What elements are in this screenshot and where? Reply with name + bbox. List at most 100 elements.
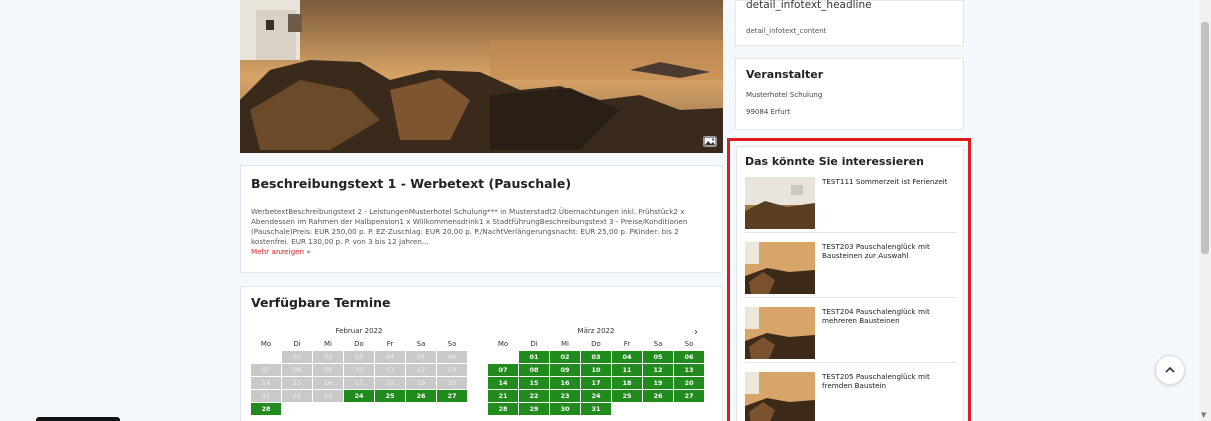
- weekday-label: So: [684, 340, 694, 348]
- month-title: März 2022: [577, 327, 615, 335]
- weekday-label: Di: [530, 340, 538, 348]
- show-more-link[interactable]: Mehr anzeigen »: [251, 247, 712, 256]
- vertical-scrollbar[interactable]: ▼: [1199, 0, 1211, 421]
- calendar-day-available[interactable]: 12: [643, 364, 673, 376]
- calendar-day-unavailable: 21: [251, 390, 281, 402]
- calendar-day-available[interactable]: 14: [488, 377, 518, 389]
- weekday-label: Do: [354, 340, 364, 348]
- calendar-day-available[interactable]: 09: [550, 364, 580, 376]
- weekday-label: Mo: [260, 340, 272, 348]
- scrollbar-thumb[interactable]: [1201, 22, 1209, 254]
- calendar-day-available[interactable]: 16: [550, 377, 580, 389]
- calendar-day-available[interactable]: 30: [550, 403, 580, 415]
- chevron-up-icon: [1165, 366, 1175, 373]
- calendar-day-unavailable: 10: [344, 364, 374, 376]
- calendar-day-available[interactable]: 28: [488, 403, 518, 415]
- image-icon[interactable]: [703, 136, 717, 147]
- calendar-blank: [251, 351, 281, 363]
- calendar-day-unavailable: 14: [251, 377, 281, 389]
- weekday-label: Mi: [561, 340, 569, 348]
- calendar-day-unavailable: 17: [344, 377, 374, 389]
- scroll-top-button[interactable]: [1155, 355, 1185, 385]
- calendar-grid: Mo Di Mi Do Fr Sa So 01 02 03 04 05 06 07 08 09 10 11 12 13…: [488, 338, 704, 415]
- weekday-label: So: [447, 340, 457, 348]
- calendar-day-available[interactable]: 23: [550, 390, 580, 402]
- calendar-day-unavailable: 15: [282, 377, 312, 389]
- description-body: WerbetextBeschreibungstext 2 - Leistunge…: [251, 207, 688, 246]
- calendar-day-available[interactable]: 29: [519, 403, 549, 415]
- organizer-city: 99084 Erfurt: [746, 108, 791, 116]
- calendar-day-available[interactable]: 26: [406, 390, 436, 402]
- calendar-day-available[interactable]: 02: [550, 351, 580, 363]
- calendar-day-available[interactable]: 25: [612, 390, 642, 402]
- weekday-label: Fr: [386, 340, 394, 348]
- calendar-day-unavailable: 07: [251, 364, 281, 376]
- bottom-bar: [36, 417, 120, 421]
- calendar-day-unavailable: 03: [344, 351, 374, 363]
- calendar-day-available[interactable]: 04: [612, 351, 642, 363]
- organizer-card: Veranstalter Musterhotel Schulung 99084 …: [735, 58, 964, 130]
- info-card: detail_infotext_headline detail_infotext…: [735, 0, 964, 46]
- calendar-day-unavailable: 04: [375, 351, 405, 363]
- calendar-day-available[interactable]: 19: [643, 377, 673, 389]
- calendar-day-available[interactable]: 21: [488, 390, 518, 402]
- weekday-label: Sa: [653, 340, 663, 348]
- calendar-day-unavailable: 13: [437, 364, 467, 376]
- calendar-day-available[interactable]: 18: [612, 377, 642, 389]
- calendar-day-unavailable: 23: [313, 390, 343, 402]
- calendar-month-2: März 2022 › Mo Di Mi Do Fr Sa So 01 02 03 04 05 06 07…: [488, 327, 704, 415]
- available-dates-title: Verfügbare Termine: [251, 295, 391, 310]
- calendar-day-available[interactable]: 22: [519, 390, 549, 402]
- calendar-day-unavailable: 11: [375, 364, 405, 376]
- calendar-day-available[interactable]: 27: [674, 390, 704, 402]
- hero-image: [240, 0, 723, 153]
- calendar-day-available[interactable]: 05: [643, 351, 673, 363]
- calendar-day-available[interactable]: 06: [674, 351, 704, 363]
- calendar-month-1: Februar 2022 Mo Di Mi Do Fr Sa So 01 02 03 04 05 06 0…: [251, 327, 467, 415]
- calendar-day-unavailable: 06: [437, 351, 467, 363]
- next-month-button[interactable]: ›: [694, 327, 698, 338]
- calendar-day-available[interactable]: 24: [581, 390, 611, 402]
- organizer-name: Musterhotel Schulung: [746, 91, 823, 99]
- scroll-down-arrow-icon[interactable]: ▼: [1201, 411, 1206, 419]
- weekday-label: Mo: [497, 340, 509, 348]
- calendar-day-available[interactable]: 10: [581, 364, 611, 376]
- calendar-day-available[interactable]: 15: [519, 377, 549, 389]
- calendar-day-unavailable: 02: [313, 351, 343, 363]
- calendar-day-available[interactable]: 20: [674, 377, 704, 389]
- calendar-day-available[interactable]: 28: [251, 403, 281, 415]
- month-title: Februar 2022: [335, 327, 383, 335]
- available-dates-card: Verfügbare Termine Februar 2022 Mo Di Mi Do…: [240, 286, 723, 421]
- organizer-title: Veranstalter: [746, 68, 824, 81]
- calendar-grid: Mo Di Mi Do Fr Sa So 01 02 03 04 05 06 07 08 09 10 11 12 13…: [251, 338, 467, 415]
- calendar-day-available[interactable]: 03: [581, 351, 611, 363]
- calendar-day-unavailable: 22: [282, 390, 312, 402]
- calendar-day-available[interactable]: 08: [519, 364, 549, 376]
- calendar-day-unavailable: 18: [375, 377, 405, 389]
- calendar-day-available[interactable]: 27: [437, 390, 467, 402]
- weekday-label: Di: [293, 340, 301, 348]
- calendar-day-available[interactable]: 01: [519, 351, 549, 363]
- calendar-day-available[interactable]: 13: [674, 364, 704, 376]
- calendar-day-available[interactable]: 07: [488, 364, 518, 376]
- calendar-day-unavailable: 12: [406, 364, 436, 376]
- calendar-day-unavailable: 20: [437, 377, 467, 389]
- calendar-day-unavailable: 08: [282, 364, 312, 376]
- highlight-frame: [727, 138, 971, 421]
- calendar-day-available[interactable]: 17: [581, 377, 611, 389]
- calendar-day-unavailable: 19: [406, 377, 436, 389]
- calendar-day-available[interactable]: 31: [581, 403, 611, 415]
- calendar-day-available[interactable]: 25: [375, 390, 405, 402]
- calendar-day-available[interactable]: 26: [643, 390, 673, 402]
- description-title: Beschreibungstext 1 - Werbetext (Pauscha…: [251, 176, 572, 191]
- weekday-label: Fr: [623, 340, 631, 348]
- hero-photo: [240, 0, 723, 153]
- calendar-day-available[interactable]: 24: [344, 390, 374, 402]
- calendar-day-unavailable: 05: [406, 351, 436, 363]
- calendar-day-unavailable: 09: [313, 364, 343, 376]
- weekday-label: Do: [591, 340, 601, 348]
- info-content: detail_infotext_content: [746, 27, 827, 35]
- calendar-day-available[interactable]: 11: [612, 364, 642, 376]
- weekday-label: Sa: [416, 340, 426, 348]
- weekday-label: Mi: [324, 340, 332, 348]
